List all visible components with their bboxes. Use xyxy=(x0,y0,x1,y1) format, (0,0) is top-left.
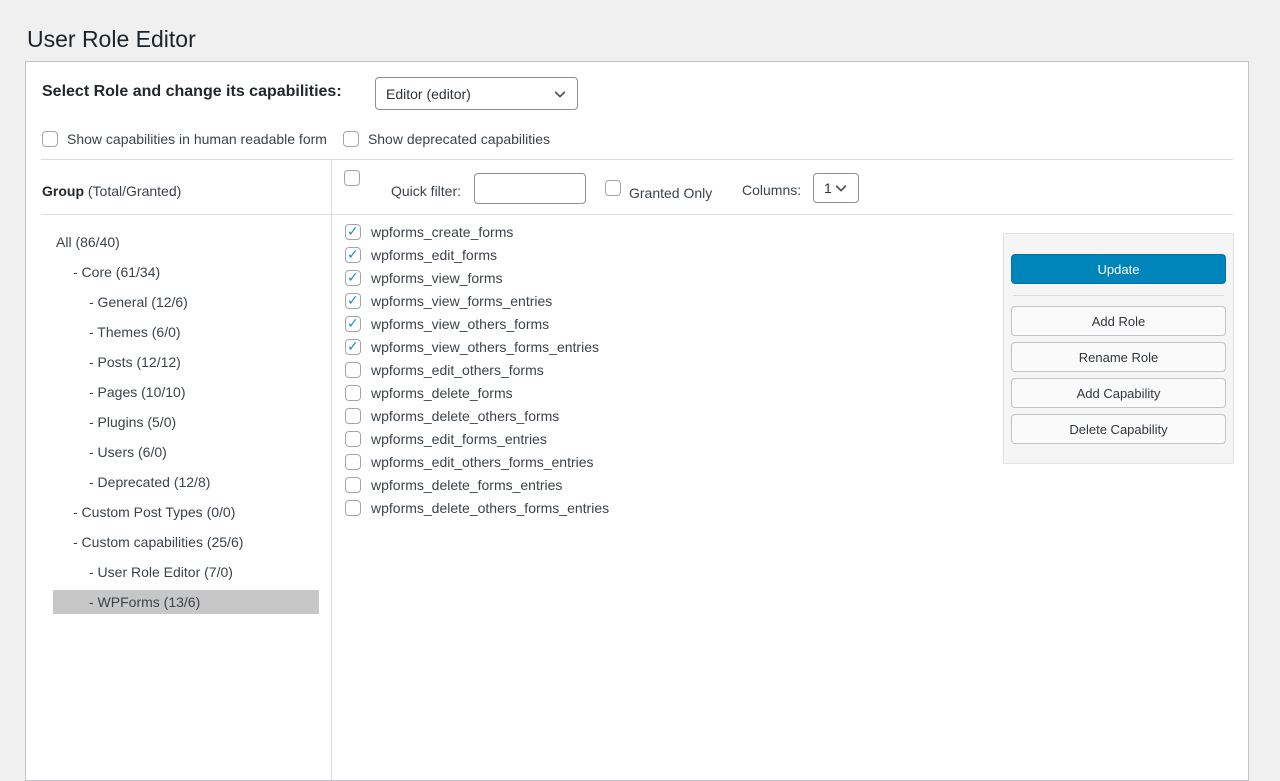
group-tree-item[interactable]: - Custom Post Types (0/0) xyxy=(53,497,319,527)
role-select[interactable]: Editor (editor) xyxy=(375,77,578,110)
capability-row: wpforms_edit_others_forms_entries xyxy=(345,450,609,473)
capability-checkbox[interactable] xyxy=(345,454,361,470)
capability-label: wpforms_view_others_forms_entries xyxy=(371,339,599,355)
capability-label: wpforms_view_forms xyxy=(371,270,502,286)
add-role-button[interactable]: Add Role xyxy=(1011,306,1226,336)
capability-row: wpforms_edit_forms_entries xyxy=(345,427,609,450)
group-tree-item[interactable]: - User Role Editor (7/0) xyxy=(53,557,319,587)
capability-label: wpforms_delete_others_forms xyxy=(371,408,559,424)
deprecated-label: Show deprecated capabilities xyxy=(368,131,550,147)
granted-only-label: Granted Only xyxy=(629,185,712,201)
add-capability-button[interactable]: Add Capability xyxy=(1011,378,1226,408)
group-tree-item[interactable]: - Pages (10/10) xyxy=(53,377,319,407)
capability-checkbox[interactable] xyxy=(345,247,361,263)
rename-role-button[interactable]: Rename Role xyxy=(1011,342,1226,372)
group-tree-item[interactable]: - Plugins (5/0) xyxy=(53,407,319,437)
capability-row: wpforms_delete_forms_entries xyxy=(345,473,609,496)
capability-row: wpforms_view_forms xyxy=(345,266,609,289)
capability-label: wpforms_edit_forms xyxy=(371,247,497,263)
separator xyxy=(41,214,1233,215)
column-divider xyxy=(331,160,332,780)
group-tree-item[interactable]: - WPForms (13/6) xyxy=(53,590,319,614)
columns-select[interactable]: 1 xyxy=(813,173,859,203)
options-row: Show capabilities in human readable form… xyxy=(42,131,550,147)
capability-label: wpforms_edit_forms_entries xyxy=(371,431,547,447)
chevron-down-icon xyxy=(834,181,848,195)
role-select-value: Editor (editor) xyxy=(386,86,471,102)
capability-row: wpforms_view_others_forms xyxy=(345,312,609,335)
capability-row: wpforms_delete_forms xyxy=(345,381,609,404)
separator xyxy=(1013,295,1224,296)
update-button[interactable]: Update xyxy=(1011,254,1226,284)
delete-capability-button[interactable]: Delete Capability xyxy=(1011,414,1226,444)
capability-label: wpforms_delete_others_forms_entries xyxy=(371,500,609,516)
capability-label: wpforms_edit_others_forms xyxy=(371,362,544,378)
deprecated-checkbox[interactable] xyxy=(343,131,359,147)
capability-checkbox[interactable] xyxy=(345,339,361,355)
group-tree-item[interactable]: All (86/40) xyxy=(53,227,319,257)
capability-checkbox[interactable] xyxy=(345,431,361,447)
group-tree-item[interactable]: - Core (61/34) xyxy=(53,257,319,287)
capability-checkbox[interactable] xyxy=(345,362,361,378)
capability-row: wpforms_create_forms xyxy=(345,220,609,243)
group-tree-item[interactable]: - Custom capabilities (25/6) xyxy=(53,527,319,557)
columns-label: Columns: xyxy=(742,182,801,198)
capability-label: wpforms_view_forms_entries xyxy=(371,293,552,309)
select-all-checkbox[interactable] xyxy=(344,170,360,186)
separator xyxy=(41,159,1233,160)
capability-checkbox[interactable] xyxy=(345,224,361,240)
capability-label: wpforms_create_forms xyxy=(371,224,513,240)
page-title: User Role Editor xyxy=(27,26,196,53)
capability-checkbox[interactable] xyxy=(345,385,361,401)
capability-label: wpforms_delete_forms xyxy=(371,385,513,401)
capabilities-list: wpforms_create_forms wpforms_edit_forms … xyxy=(345,220,609,519)
quick-filter-label: Quick filter: xyxy=(391,183,461,199)
user-role-editor-panel: Select Role and change its capabilities:… xyxy=(25,61,1249,781)
capability-row: wpforms_delete_others_forms xyxy=(345,404,609,427)
capability-label: wpforms_view_others_forms xyxy=(371,316,549,332)
capability-checkbox[interactable] xyxy=(345,408,361,424)
capability-row: wpforms_edit_forms xyxy=(345,243,609,266)
human-readable-label: Show capabilities in human readable form xyxy=(67,131,327,147)
capability-label: wpforms_edit_others_forms_entries xyxy=(371,454,594,470)
human-readable-checkbox[interactable] xyxy=(42,131,58,147)
capability-checkbox[interactable] xyxy=(345,270,361,286)
group-tree-item[interactable]: - Themes (6/0) xyxy=(53,317,319,347)
capability-checkbox[interactable] xyxy=(345,477,361,493)
granted-only-checkbox[interactable] xyxy=(605,180,621,196)
group-tree-item[interactable]: - Users (6/0) xyxy=(53,437,319,467)
actions-card: Update Add Role Rename Role Add Capabili… xyxy=(1003,233,1234,464)
group-header: Group (Total/Granted) xyxy=(42,183,181,199)
capability-row: wpforms_delete_others_forms_entries xyxy=(345,496,609,519)
group-tree-item[interactable]: - Posts (12/12) xyxy=(53,347,319,377)
group-tree: All (86/40) - Core (61/34) - General (12… xyxy=(53,227,319,617)
capability-checkbox[interactable] xyxy=(345,293,361,309)
chevron-down-icon xyxy=(553,87,567,101)
capability-label: wpforms_delete_forms_entries xyxy=(371,477,562,493)
columns-select-value: 1 xyxy=(824,180,832,196)
group-tree-item[interactable]: - General (12/6) xyxy=(53,287,319,317)
capability-checkbox[interactable] xyxy=(345,500,361,516)
select-role-label: Select Role and change its capabilities: xyxy=(42,83,342,101)
capability-row: wpforms_view_forms_entries xyxy=(345,289,609,312)
quick-filter-input[interactable] xyxy=(474,173,586,204)
capability-row: wpforms_edit_others_forms xyxy=(345,358,609,381)
capability-row: wpforms_view_others_forms_entries xyxy=(345,335,609,358)
group-tree-item[interactable]: - Deprecated (12/8) xyxy=(53,467,319,497)
capability-checkbox[interactable] xyxy=(345,316,361,332)
